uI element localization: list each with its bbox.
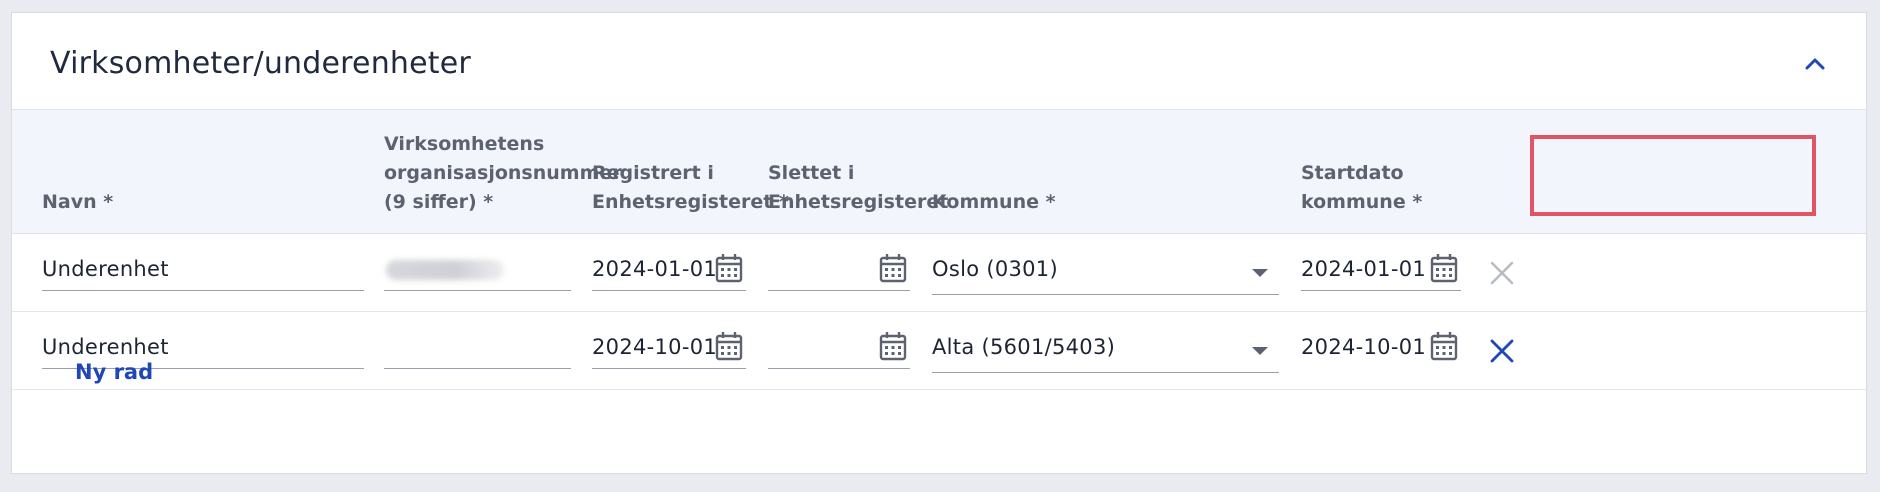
kommune-select[interactable]: Oslo (0301) [932, 254, 1279, 295]
kommune-value: Alta (5601/5403) [932, 335, 1116, 359]
orgnr-input[interactable] [384, 254, 571, 291]
new-row-button[interactable]: Ny rad [75, 360, 153, 384]
companies-panel: Virksomheter/underenheter Navn * Virksom… [11, 12, 1867, 474]
column-header-startdato: Startdato kommune * [1301, 162, 1423, 213]
slettet-date-input[interactable] [768, 254, 910, 291]
registrert-value: 2024-01-01 [592, 257, 718, 281]
navn-value: Underenhet [42, 335, 169, 359]
column-header-navn: Navn * [42, 191, 114, 213]
remove-row-button[interactable] [1488, 337, 1516, 365]
panel-title: Virksomheter/underenheter [50, 46, 471, 81]
calendar-icon[interactable] [1429, 252, 1459, 284]
chevron-up-icon [1805, 58, 1825, 70]
orgnr-input[interactable] [384, 332, 571, 369]
panel-header: Virksomheter/underenheter [12, 13, 1866, 109]
close-icon [1490, 261, 1514, 285]
calendar-icon[interactable] [1429, 330, 1459, 362]
startdato-value: 2024-01-01 [1301, 257, 1427, 281]
startdato-date-input[interactable]: 2024-01-01 [1301, 254, 1461, 291]
table-row: Underenhet 2024-01-01 Oslo (0301) 2024-0… [12, 234, 1866, 312]
caret-down-icon [1252, 269, 1268, 277]
column-header-orgnr: Virksomhetens organisasjonsnummer (9 sif… [384, 133, 622, 213]
redacted-value [386, 260, 504, 280]
registrert-date-input[interactable]: 2024-10-01 [592, 332, 746, 369]
registrert-date-input[interactable]: 2024-01-01 [592, 254, 746, 291]
highlight-box [1530, 135, 1816, 216]
kommune-select[interactable]: Alta (5601/5403) [932, 332, 1279, 373]
remove-row-button[interactable] [1488, 259, 1516, 287]
startdato-value: 2024-10-01 [1301, 335, 1427, 359]
table-row: Underenhet 2024-10-01 Alta (5601/5403) 2… [12, 312, 1866, 390]
calendar-icon[interactable] [714, 330, 744, 362]
column-header-kommune: Kommune * [932, 191, 1056, 213]
navn-value: Underenhet [42, 257, 169, 281]
caret-down-icon [1252, 347, 1268, 355]
navn-input[interactable]: Underenhet [42, 254, 364, 291]
close-icon [1490, 339, 1514, 363]
column-header-slettet: Slettet i Enhetsregisteret [768, 162, 949, 213]
slettet-date-input[interactable] [768, 332, 910, 369]
calendar-icon[interactable] [878, 252, 908, 284]
kommune-value: Oslo (0301) [932, 257, 1058, 281]
startdato-date-input[interactable]: 2024-10-01 [1301, 332, 1461, 369]
calendar-icon[interactable] [714, 252, 744, 284]
column-header-registrert: Registrert i Enhetsregisteret * [592, 162, 789, 213]
collapse-button[interactable] [1800, 49, 1830, 79]
calendar-icon[interactable] [878, 330, 908, 362]
registrert-value: 2024-10-01 [592, 335, 718, 359]
